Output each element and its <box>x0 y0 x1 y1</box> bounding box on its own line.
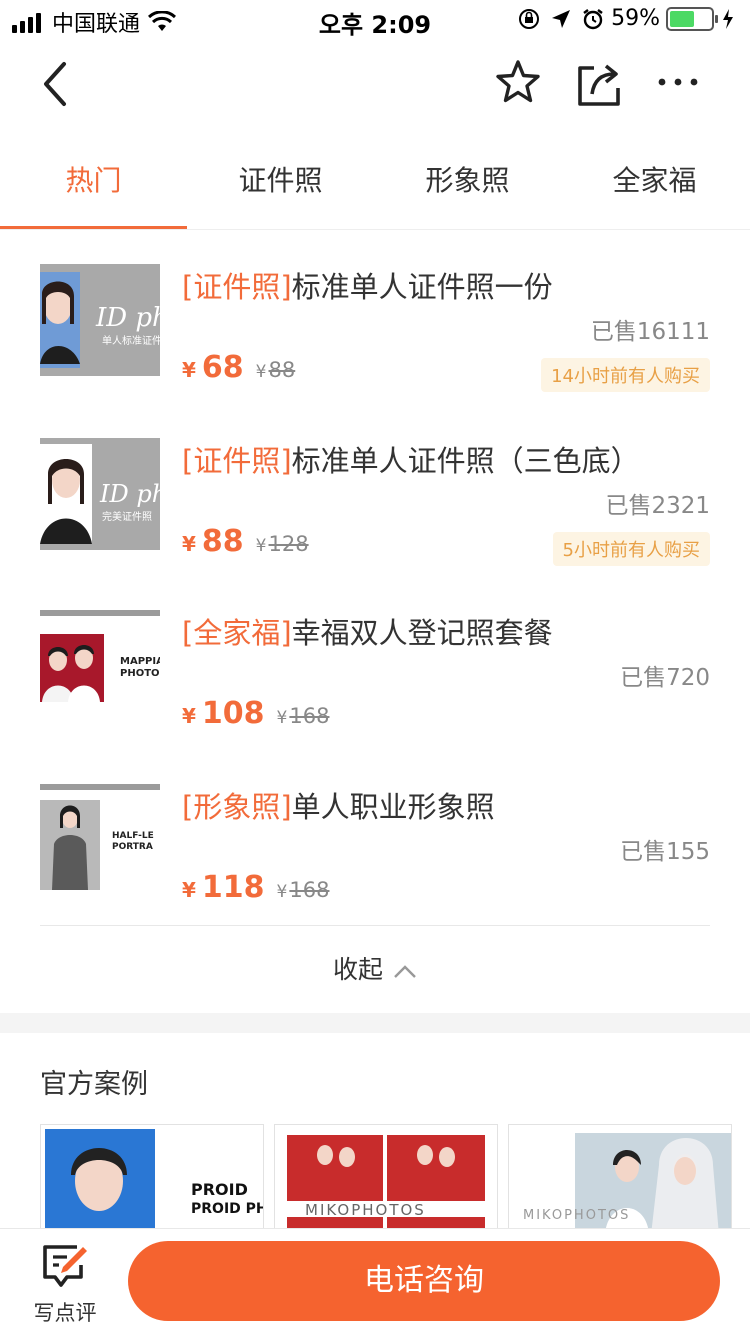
thumbnail-text: 完美证件照 <box>102 510 152 523</box>
product-thumbnail: HALF-LE PORTRA <box>40 784 160 896</box>
original-price-value: 88 <box>268 358 296 382</box>
product-item[interactable]: MAPPIA PHOTO [全家福]幸福双人登记照套餐 已售720 ¥ 108 … <box>40 610 710 760</box>
currency-symbol: ¥ <box>182 532 196 556</box>
svg-text:MAPPIA: MAPPIA <box>120 656 160 667</box>
original-currency-symbol: ¥ <box>276 882 288 902</box>
recent-purchase-badge: 5小时前有人购买 <box>552 532 710 566</box>
battery-percent: 59% <box>611 6 660 31</box>
sold-count: 已售2321 <box>605 493 710 519</box>
product-thumbnail: ID ph 完美证件照 <box>40 438 160 550</box>
charging-icon <box>723 8 733 29</box>
original-price-value: 168 <box>289 878 330 902</box>
original-currency-symbol: ¥ <box>276 708 288 728</box>
price-value: 68 <box>201 350 244 385</box>
alarm-icon <box>583 8 603 29</box>
currency-symbol: ¥ <box>182 358 196 382</box>
svg-text:PROID: PROID <box>191 1180 248 1199</box>
original-price-value: 128 <box>268 532 309 556</box>
section-divider <box>0 1013 750 1033</box>
more-icon[interactable] <box>654 62 702 102</box>
svg-text:PHOTO: PHOTO <box>120 668 160 679</box>
product-price: ¥ 88 ¥128 <box>182 524 309 559</box>
product-item[interactable]: HALF-LE PORTRA [形象照]单人职业形象照 已售155 ¥ 118 … <box>40 784 710 934</box>
case-text: PROID PHOTO 证件照 <box>191 1200 264 1217</box>
case-text: MIKOPHOTOS <box>305 1201 426 1219</box>
cases-title: 官方案例 <box>40 1069 148 1100</box>
product-name: 幸福双人登记照套餐 <box>291 616 553 650</box>
product-tag: [形象照] <box>182 790 292 824</box>
product-thumbnail: ID ph 单人标准证件 <box>40 264 160 376</box>
original-price: ¥128 <box>256 532 309 556</box>
phone-consult-button[interactable]: 电话咨询 <box>128 1241 720 1321</box>
tab-image-photo[interactable]: 形象照 <box>374 140 561 226</box>
write-review-button[interactable]: 写点评 <box>20 1243 110 1329</box>
currency-symbol: ¥ <box>182 878 196 902</box>
battery-icon <box>666 6 718 31</box>
original-currency-symbol: ¥ <box>255 362 267 382</box>
sold-count: 已售16111 <box>590 319 710 345</box>
product-price: ¥ 118 ¥168 <box>182 870 329 905</box>
svg-text:HALF-LE: HALF-LE <box>112 831 154 841</box>
product-price: ¥ 68 ¥88 <box>182 350 295 385</box>
original-price-value: 168 <box>289 704 330 728</box>
product-title: [证件照]标准单人证件照一份 <box>182 264 553 306</box>
back-icon[interactable] <box>34 58 78 110</box>
list-divider <box>40 925 710 926</box>
product-item[interactable]: ID ph 单人标准证件 [证件照]标准单人证件照一份 已售16111 ¥ 68… <box>40 264 710 414</box>
edit-review-icon <box>43 1245 87 1287</box>
original-price: ¥168 <box>277 878 330 902</box>
chevron-up-icon <box>394 965 416 978</box>
product-name: 单人职业形象照 <box>291 790 495 824</box>
price-value: 108 <box>201 696 265 731</box>
currency-symbol: ¥ <box>182 704 196 728</box>
sold-count: 已售720 <box>620 665 710 691</box>
case-item[interactable]: PROID PROID PHOTO 证件照 <box>40 1124 264 1234</box>
product-price: ¥ 108 ¥168 <box>182 696 329 731</box>
product-tag: [证件照] <box>182 444 292 478</box>
price-value: 118 <box>201 870 265 905</box>
thumbnail-text: 单人标准证件 <box>102 335 160 347</box>
case-text: MIKOPHOTOS <box>523 1208 630 1223</box>
svg-text:ID ph: ID ph <box>99 480 160 508</box>
bottom-bar: 写点评 电话咨询 <box>0 1228 750 1334</box>
svg-text:ID ph: ID ph <box>95 303 160 333</box>
recent-purchase-badge: 14小时前有人购买 <box>541 358 710 392</box>
case-item[interactable]: MIKOPHOTOS <box>274 1124 498 1234</box>
tab-id-photo[interactable]: 证件照 <box>187 140 374 226</box>
product-title: [全家福]幸福双人登记照套餐 <box>182 610 553 652</box>
tabs-divider <box>0 229 750 230</box>
star-icon[interactable] <box>494 58 542 106</box>
product-tag: [全家福] <box>182 616 292 650</box>
case-item[interactable]: MIKOPHOTOS <box>508 1124 732 1234</box>
tab-family-photo[interactable]: 全家福 <box>561 140 748 226</box>
rotation-lock-icon <box>519 8 540 29</box>
status-right: 59% <box>517 6 734 31</box>
original-price: ¥168 <box>277 704 330 728</box>
product-title: [形象照]单人职业形象照 <box>182 784 495 826</box>
status-bar: 中国联通 오후 2:09 59% <box>0 0 750 40</box>
location-icon <box>552 9 571 28</box>
product-title: [证件照]标准单人证件照（三色底） <box>182 438 640 480</box>
product-tag: [证件照] <box>182 270 292 304</box>
cases-gallery: PROID PROID PHOTO 证件照 MIKOPHOTOS MIKOPHO… <box>40 1124 750 1234</box>
product-name: 标准单人证件照一份 <box>291 270 553 304</box>
original-price: ¥88 <box>256 358 296 382</box>
collapse-button[interactable]: 收起 <box>0 950 750 986</box>
svg-text:PORTRA: PORTRA <box>112 842 153 852</box>
tab-hot[interactable]: 热门 <box>0 140 187 226</box>
original-currency-symbol: ¥ <box>255 536 267 556</box>
product-thumbnail: MAPPIA PHOTO <box>40 610 160 722</box>
collapse-label: 收起 <box>332 955 383 984</box>
share-icon[interactable] <box>576 58 622 108</box>
product-item[interactable]: ID ph 完美证件照 [证件照]标准单人证件照（三色底） 已售2321 ¥ 8… <box>40 438 710 588</box>
category-tabs: 热门 证件照 形象照 全家福 <box>0 140 750 230</box>
top-nav <box>0 40 750 130</box>
write-review-label: 写点评 <box>33 1301 97 1325</box>
price-value: 88 <box>201 524 244 559</box>
sold-count: 已售155 <box>620 839 710 865</box>
product-name: 标准单人证件照（三色底） <box>291 444 640 478</box>
